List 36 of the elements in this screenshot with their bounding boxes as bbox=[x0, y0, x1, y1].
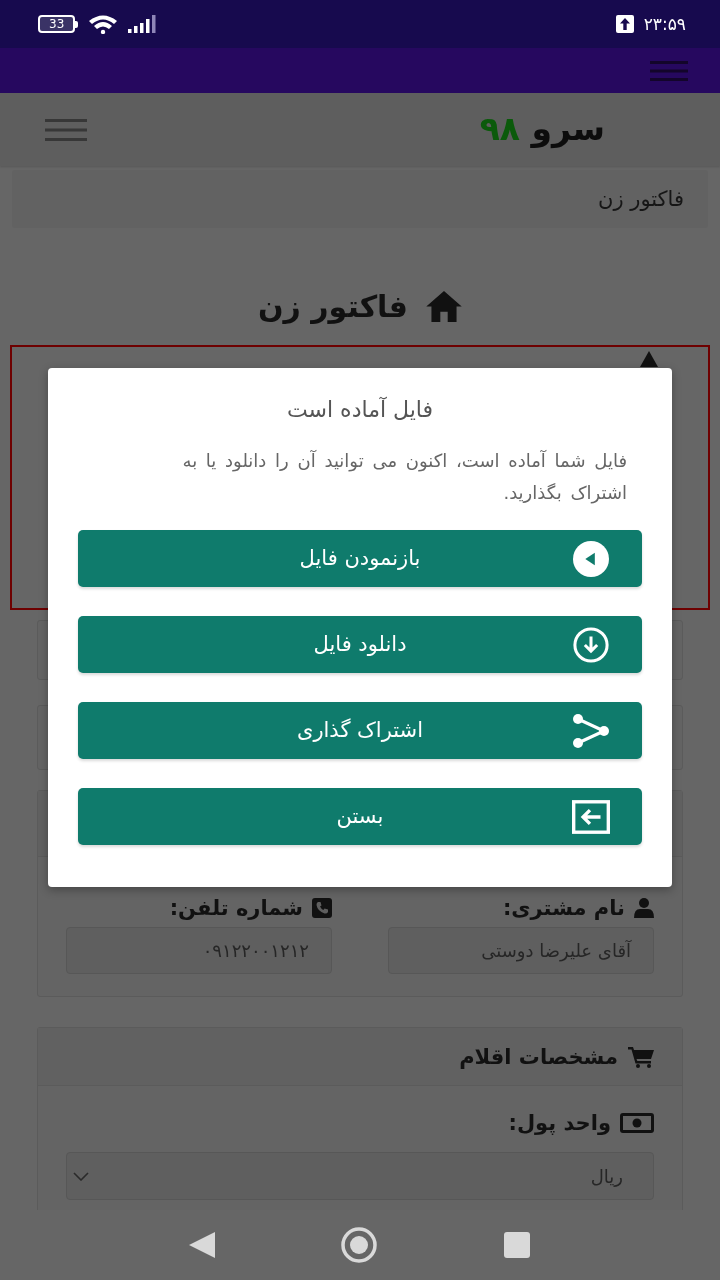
download-icon bbox=[572, 626, 610, 663]
wifi-icon bbox=[88, 14, 119, 34]
dialog-button[interactable]: اشتراک گذاری bbox=[78, 702, 642, 759]
menu-icon[interactable] bbox=[650, 60, 688, 81]
dialog-message: فایل شما آماده است، اکنون می توانید آن را دانلود یا به اشتراک بگذارید. bbox=[181, 449, 627, 506]
home-button-icon[interactable] bbox=[341, 1227, 377, 1263]
page-title: فاکتور زن bbox=[258, 289, 408, 324]
exit-icon bbox=[572, 798, 610, 835]
dialog-button[interactable]: دانلود فایل bbox=[78, 616, 642, 673]
battery-indicator: 33 bbox=[38, 15, 79, 33]
banknote-icon bbox=[620, 1113, 654, 1133]
cart-icon bbox=[628, 1045, 654, 1068]
share-icon bbox=[572, 712, 610, 749]
field-label: واحد پول: bbox=[508, 1110, 611, 1136]
currency-select[interactable]: ریال bbox=[66, 1152, 654, 1200]
menu-icon[interactable] bbox=[45, 118, 87, 141]
upload-icon bbox=[615, 15, 634, 33]
chevron-down-icon bbox=[73, 1171, 89, 1181]
dialog-button[interactable]: بستن bbox=[78, 788, 642, 845]
text-field[interactable]: ۰۹۱۲۲۰۰۱۲۱۲ bbox=[66, 927, 332, 974]
field-label: شماره تلفن: bbox=[169, 895, 303, 921]
dialog-button[interactable]: بازنمودن فایل bbox=[78, 530, 642, 587]
phone-icon bbox=[312, 898, 332, 918]
home-icon bbox=[426, 291, 462, 322]
field-label: نام مشتری: bbox=[502, 895, 625, 921]
breadcrumb-item[interactable]: فاکتور زن bbox=[598, 187, 684, 211]
signal-icon bbox=[128, 15, 157, 33]
recent-apps-icon[interactable] bbox=[504, 1232, 530, 1258]
site-logo[interactable]: سرو ۹۸ bbox=[479, 111, 605, 148]
section-title: مشخصات اقلام bbox=[459, 1044, 618, 1069]
play-circle-icon bbox=[572, 540, 610, 577]
person-icon bbox=[634, 898, 654, 918]
dialog-title: فایل آماده است bbox=[285, 396, 435, 424]
clock-time: ۲۳:۵۹ bbox=[643, 14, 686, 34]
text-field[interactable]: آقای علیرضا دوستی bbox=[388, 927, 654, 974]
back-icon[interactable] bbox=[189, 1232, 215, 1258]
